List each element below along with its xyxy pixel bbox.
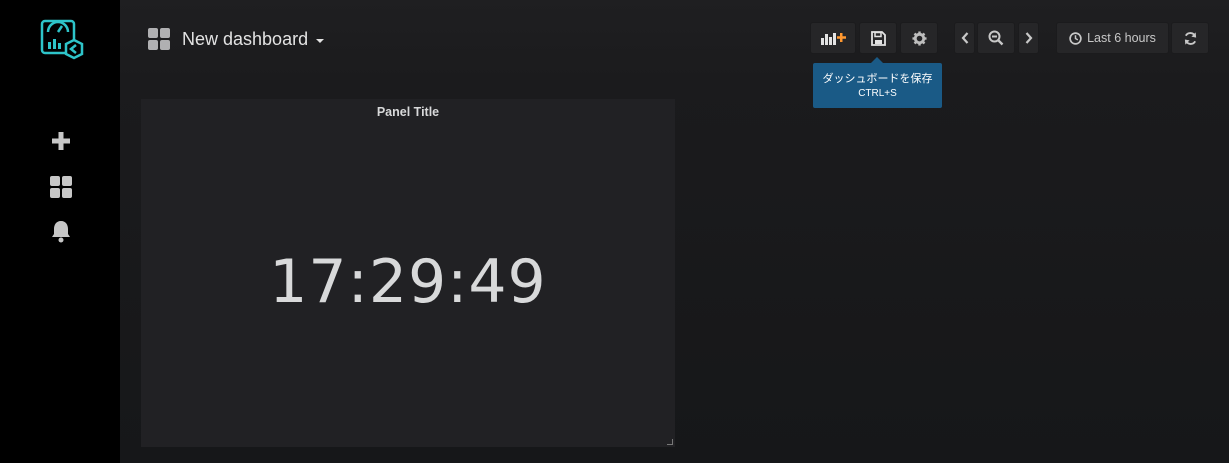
caret-down-icon [316, 39, 325, 43]
time-range-label: Last 6 hours [1087, 31, 1156, 45]
side-menu [0, 0, 120, 463]
save-tooltip: ダッシュボードを保存 CTRL+S [813, 57, 942, 108]
clock-value: 17:29:49 [269, 247, 547, 317]
refresh-button[interactable] [1171, 22, 1209, 54]
create-menu-item[interactable] [46, 126, 76, 156]
refresh-icon [1184, 31, 1196, 45]
zoom-out-button[interactable] [977, 22, 1015, 54]
chevron-left-icon [961, 32, 968, 44]
dashboards-menu-item[interactable] [46, 172, 76, 202]
dashboard-settings-button[interactable] [900, 22, 938, 54]
save-icon [870, 30, 886, 46]
alerting-menu-item[interactable] [46, 216, 76, 246]
zoom-out-icon [988, 30, 1004, 46]
dashboards-grid-icon [50, 176, 72, 198]
tooltip-label: ダッシュボードを保存 [822, 71, 933, 85]
plus-icon [52, 132, 70, 150]
time-range-back-button[interactable] [954, 22, 975, 54]
panel-resize-handle[interactable] [667, 439, 673, 445]
grafana-app: New dashboard Last 6 hours ダッシュボードを保存 CT… [0, 0, 1229, 463]
save-dashboard-button[interactable] [859, 22, 897, 54]
time-range-forward-button[interactable] [1018, 22, 1039, 54]
dashboard-title: New dashboard [182, 28, 309, 49]
clock-panel: Panel Title 17:29:49 [141, 99, 675, 447]
dashboard-main: New dashboard Last 6 hours ダッシュボードを保存 CT… [120, 0, 1229, 463]
time-picker-button[interactable]: Last 6 hours [1056, 22, 1169, 54]
add-panel-button[interactable] [810, 22, 856, 54]
dashboard-grid-icon [148, 28, 170, 50]
bell-icon [52, 221, 70, 243]
tooltip-shortcut: CTRL+S [858, 87, 897, 99]
clock-icon [1069, 31, 1082, 45]
chevron-right-icon [1025, 32, 1032, 44]
add-panel-icon [821, 33, 846, 45]
gear-icon [911, 30, 927, 46]
grafana-logo[interactable] [38, 18, 88, 64]
dashboard-title-picker[interactable]: New dashboard [148, 26, 325, 52]
logo-icon [40, 19, 84, 60]
panel-title[interactable]: Panel Title [141, 105, 675, 119]
